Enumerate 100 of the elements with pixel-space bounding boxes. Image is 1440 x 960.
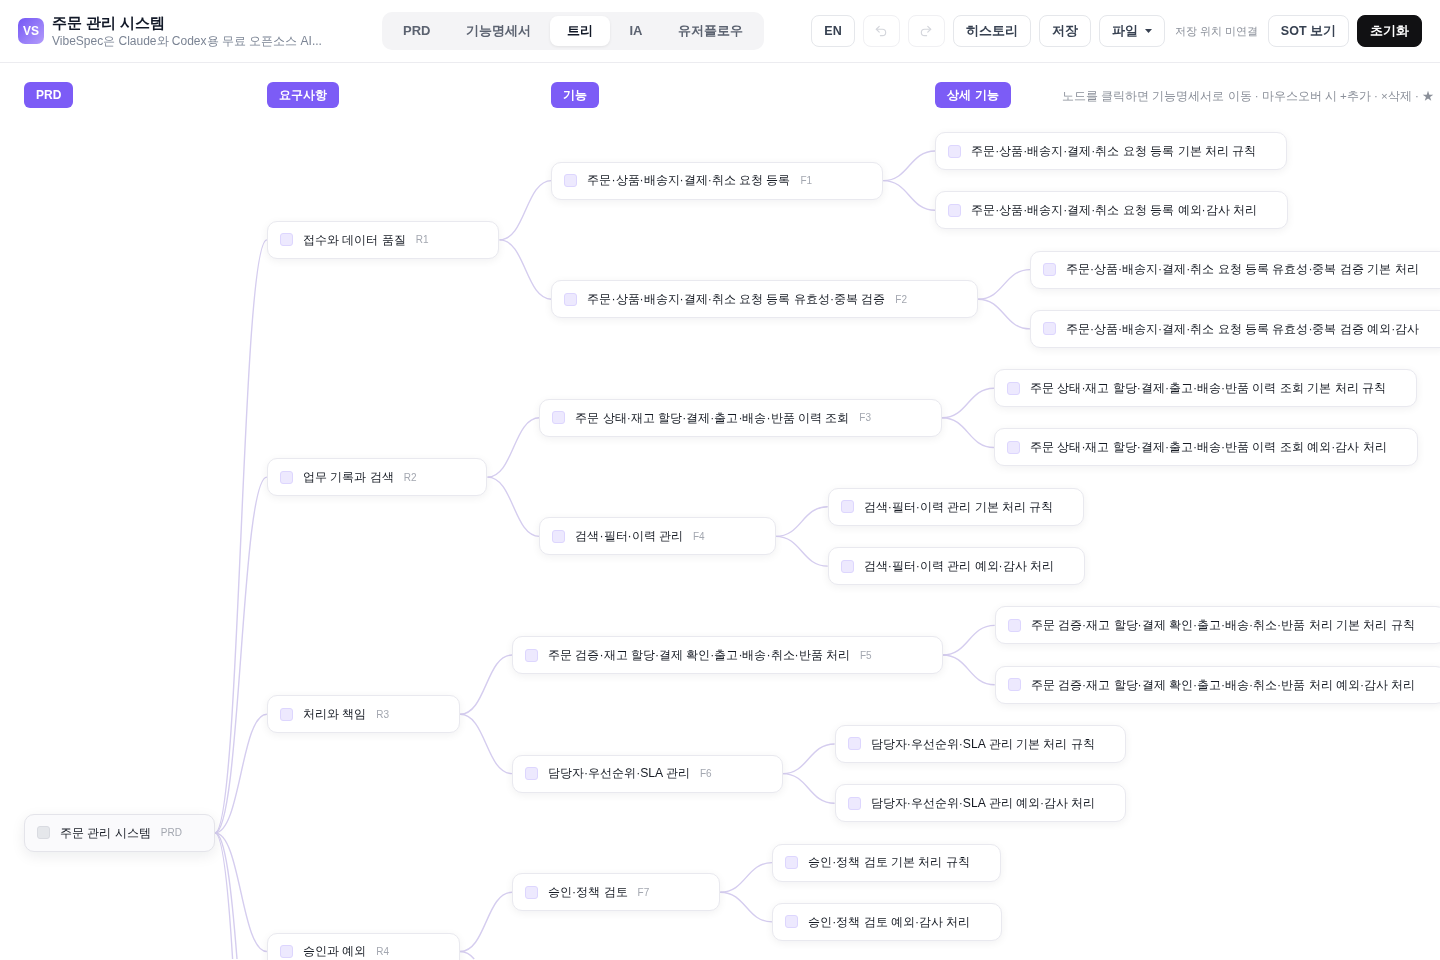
tree-node[interactable]: 담당자·우선순위·SLA 관리 기본 처리 규칙: [834, 724, 1126, 763]
node-checkbox[interactable]: [1007, 441, 1020, 454]
node-checkbox[interactable]: [1043, 263, 1056, 277]
node-label: 담당자·우선순위·SLA 관리: [548, 765, 690, 783]
tree-node[interactable]: 승인·정책 검토 F7: [512, 873, 721, 912]
node-checkbox[interactable]: [525, 648, 539, 662]
node-checkbox[interactable]: [564, 292, 578, 306]
tab[interactable]: 기능명세서: [449, 16, 549, 46]
tree-node[interactable]: 주문·상품·배송지·결제·취소 요청 등록 유효성·중복 검증 F2: [551, 280, 978, 319]
tree-node[interactable]: 주문·상품·배송지·결제·취소 요청 등록 예외·감사 처리: [935, 191, 1288, 230]
column-header: 요구사항: [266, 82, 339, 108]
node-checkbox[interactable]: [1043, 322, 1056, 336]
storage-status: 저장 위치 미연결: [1174, 23, 1258, 39]
node-label: 승인·정책 검토 예외·감사 처리: [808, 913, 971, 931]
tree-node[interactable]: 담당자·우선순위·SLA 관리 F6: [512, 754, 783, 793]
tab[interactable]: PRD: [386, 16, 448, 46]
node-checkbox[interactable]: [564, 174, 578, 188]
node-label: 검색·필터·이력 관리 예외·감사 처리: [863, 557, 1054, 575]
connector-line: [781, 772, 836, 804]
node-label: 주문·상품·배송지·결제·취소 요청 등록 예외·감사 처리: [971, 202, 1257, 220]
node-checkbox[interactable]: [948, 203, 962, 217]
toolbar-button[interactable]: 저장: [1038, 15, 1091, 47]
node-checkbox[interactable]: [525, 885, 539, 899]
node-checkbox[interactable]: [847, 796, 861, 810]
tree-node[interactable]: 승인·정책 검토 기본 처리 규칙: [772, 843, 1001, 882]
node-checkbox[interactable]: [279, 945, 293, 958]
tree-node[interactable]: 주문 상태·재고 할당·결제·출고·배송·반품 이력 조회 예외·감사 처리: [994, 428, 1418, 467]
toolbar-button[interactable]: SOT 보기: [1267, 15, 1349, 47]
node-checkbox[interactable]: [1007, 678, 1021, 692]
tree-node[interactable]: 주문 검증·재고 할당·결제 확인·출고·배송·취소·반품 처리 기본 처리 규칙: [994, 606, 1440, 645]
tree-node[interactable]: 주문 검증·재고 할당·결제 확인·출고·배송·취소·반품 처리 예외·감사 처리: [994, 665, 1440, 704]
node-label: 주문 검증·재고 할당·결제 확인·출고·배송·취소·반품 처리: [548, 646, 850, 664]
node-checkbox[interactable]: [847, 737, 861, 751]
node-checkbox[interactable]: [948, 144, 962, 158]
tree-node[interactable]: 주문·상품·배송지·결제·취소 요청 등록 유효성·중복 검증 예외·감사: [1030, 309, 1440, 348]
tree-node[interactable]: 처리와 책임 R3: [266, 695, 461, 734]
connector-line: [977, 268, 1031, 300]
node-label: 주문 검증·재고 할당·결제 확인·출고·배송·취소·반품 처리 기본 처리 규칙: [1030, 617, 1415, 635]
node-checkbox[interactable]: [279, 233, 293, 247]
tree-node[interactable]: 검색·필터·이력 관리 F4: [539, 517, 776, 556]
node-id: PRD: [160, 826, 182, 841]
node-id: F4: [693, 529, 705, 544]
tree-node[interactable]: 주문·상품·배송지·결제·취소 요청 등록 기본 처리 규칙: [935, 132, 1288, 170]
tree-node[interactable]: 검색·필터·이력 관리 기본 처리 규칙: [827, 487, 1085, 526]
tree-node[interactable]: 주문 상태·재고 할당·결제·출고·배송·반품 이력 조회 F3: [539, 398, 942, 437]
tree-node[interactable]: 업무 기록과 검색 R2: [266, 458, 488, 497]
node-checkbox[interactable]: [1007, 618, 1021, 632]
tree-node[interactable]: 주문·상품·배송지·결제·취소 요청 등록 F1: [551, 161, 884, 200]
file-menu-button[interactable]: 파일: [1098, 15, 1165, 47]
tree-node[interactable]: 주문·상품·배송지·결제·취소 요청 등록 유효성·중복 검증 기본 처리: [1030, 250, 1440, 289]
node-label: 주문 상태·재고 할당·결제·출고·배송·반품 이력 조회: [575, 409, 850, 427]
tree-node[interactable]: 주문 상태·재고 할당·결제·출고·배송·반품 이력 조회 기본 처리 규칙: [994, 369, 1417, 408]
toolbar-button[interactable]: EN: [811, 15, 855, 47]
node-checkbox[interactable]: [785, 856, 799, 870]
undo-icon: [874, 24, 889, 38]
tree-node[interactable]: 주문 관리 시스템 PRD: [24, 813, 215, 852]
node-checkbox[interactable]: [525, 767, 539, 781]
connector-line: [459, 654, 513, 715]
node-id: R4: [376, 945, 390, 959]
redo-icon: [919, 24, 934, 38]
tree-node[interactable]: 담당자·우선순위·SLA 관리 예외·감사 처리: [834, 784, 1127, 823]
tree-node[interactable]: 승인·정책 검토 예외·감사 처리: [772, 902, 1002, 941]
tree-node[interactable]: 접수와 데이터 품질 R1: [266, 220, 500, 259]
reset-button[interactable]: 초기화: [1357, 15, 1422, 47]
caret-icon: [1144, 29, 1152, 33]
column-header: 기능: [551, 82, 600, 108]
tab[interactable]: 트리: [550, 16, 611, 46]
node-id: R1: [415, 233, 429, 248]
tree-node[interactable]: 승인과 예외 R4: [266, 932, 461, 960]
tree-node[interactable]: 검색·필터·이력 관리 예외·감사 처리: [827, 547, 1085, 586]
node-checkbox[interactable]: [552, 411, 566, 425]
node-checkbox[interactable]: [840, 500, 854, 514]
node-id: F6: [699, 767, 712, 782]
node-id: F2: [895, 292, 907, 307]
node-id: R2: [403, 470, 417, 485]
node-checkbox[interactable]: [1007, 381, 1020, 395]
node-checkbox[interactable]: [279, 470, 293, 484]
node-label: 주문·상품·배송지·결제·취소 요청 등록 유효성·중복 검증: [587, 291, 886, 309]
node-checkbox[interactable]: [37, 826, 50, 840]
node-label: 처리와 책임: [302, 706, 367, 724]
node-label: 주문·상품·배송지·결제·취소 요청 등록: [587, 172, 791, 190]
node-checkbox[interactable]: [840, 559, 854, 573]
node-checkbox[interactable]: [785, 915, 799, 929]
app-title: 주문 관리 시스템: [52, 12, 167, 33]
tab[interactable]: IA: [612, 16, 660, 46]
tab[interactable]: 유저플로우: [661, 16, 761, 46]
node-id: R3: [376, 707, 390, 722]
app-subtitle: VibeSpec은 Claude와 Codex용 무료 오픈소스 AI...: [52, 32, 322, 50]
node-checkbox[interactable]: [279, 707, 293, 721]
node-label: 검색·필터·이력 관리 기본 처리 규칙: [863, 498, 1054, 516]
node-label: 승인·정책 검토: [548, 884, 628, 902]
node-checkbox[interactable]: [552, 529, 566, 543]
column-header: PRD: [24, 82, 74, 108]
node-label: 주문 상태·재고 할당·결제·출고·배송·반품 이력 조회 기본 처리 규칙: [1030, 380, 1386, 398]
node-label: 검색·필터·이력 관리: [575, 528, 683, 546]
toolbar-button[interactable]: 히스토리: [952, 15, 1031, 47]
connector-line: [719, 891, 773, 923]
node-label: 업무 기록과 검색: [302, 468, 394, 486]
node-id: F7: [637, 885, 650, 900]
tree-node[interactable]: 주문 검증·재고 할당·결제 확인·출고·배송·취소·반품 처리 F5: [512, 636, 943, 674]
